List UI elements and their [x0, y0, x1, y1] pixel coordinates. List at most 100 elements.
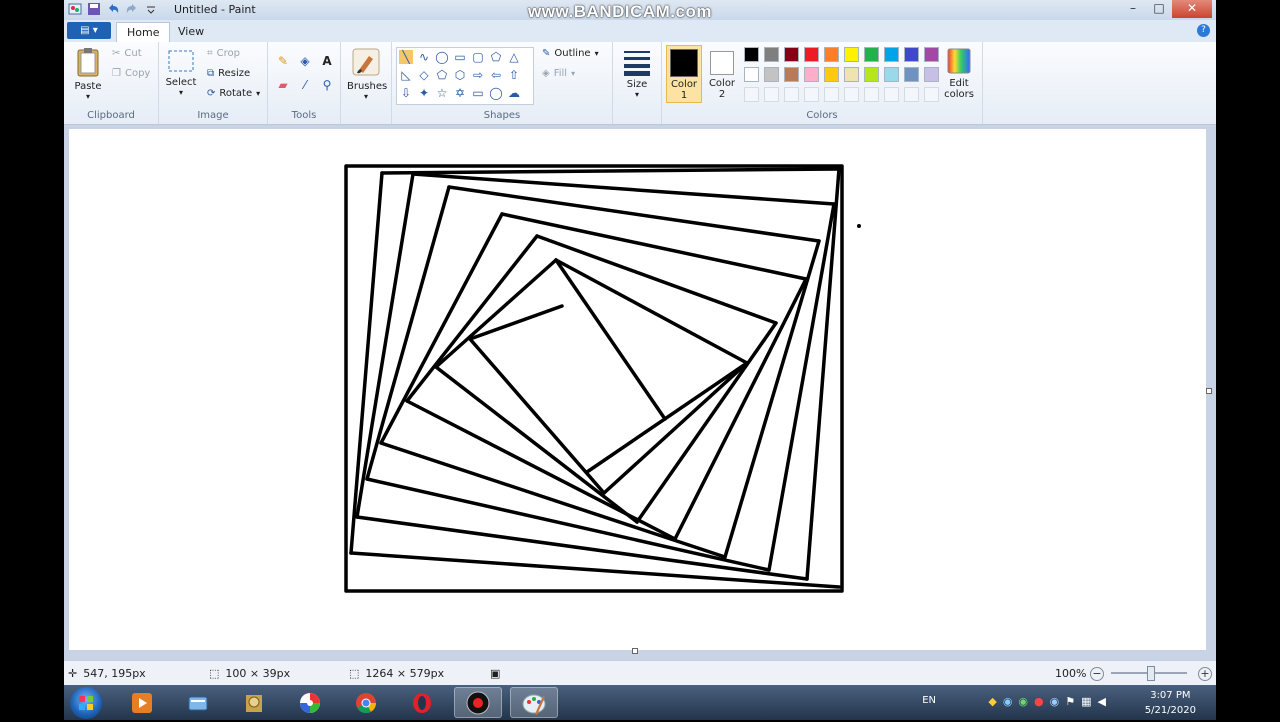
action-center-flag-icon[interactable]: ⚑	[1065, 695, 1075, 708]
palette-color-swatch[interactable]	[824, 47, 839, 62]
tab-view[interactable]: View	[168, 22, 214, 42]
maximize-button[interactable]: □	[1146, 0, 1172, 18]
tray-app-icon-4[interactable]: ◉	[1050, 695, 1060, 708]
six-point-star-icon[interactable]: ✡	[453, 86, 467, 100]
down-arrow-shape-icon[interactable]: ⇩	[399, 86, 413, 100]
brushes-button[interactable]: Brushes ▾	[347, 46, 387, 101]
palette-custom-slot[interactable]	[824, 87, 839, 102]
text-tool-icon[interactable]: A	[320, 54, 334, 68]
zoom-in-button[interactable]: +	[1198, 667, 1212, 681]
size-button[interactable]: Size ▾	[619, 48, 655, 99]
palette-color-swatch[interactable]	[844, 67, 859, 82]
oval-shape-icon[interactable]: ◯	[435, 50, 449, 64]
tray-app-icon-3[interactable]: ◉	[1018, 695, 1028, 708]
color1-button[interactable]: Color 1	[666, 45, 702, 103]
network-icon[interactable]: ▦	[1081, 695, 1091, 708]
fill-bucket-icon[interactable]: ◈	[298, 54, 312, 68]
line-shape-icon[interactable]: ╲	[399, 50, 413, 64]
rectangle-shape-icon[interactable]: ▭	[453, 50, 467, 64]
undo-icon[interactable]	[106, 2, 120, 16]
triangle-shape-icon[interactable]: △	[507, 50, 521, 64]
rounded-rect-shape-icon[interactable]: ▢	[471, 50, 485, 64]
close-button[interactable]: ✕	[1172, 0, 1212, 18]
archive-taskbar-button[interactable]	[230, 687, 278, 718]
outline-button[interactable]: ✎ Outline ▾	[542, 48, 599, 59]
palette-color-swatch[interactable]	[864, 47, 879, 62]
curve-shape-icon[interactable]: ∿	[417, 50, 431, 64]
hexagon-shape-icon[interactable]: ⬡	[453, 68, 467, 82]
opera-taskbar-button[interactable]	[398, 687, 446, 718]
magnifier-icon[interactable]: ⚲	[320, 78, 334, 92]
canvas-resize-handle-right[interactable]	[1206, 388, 1212, 394]
copy-button[interactable]: ❐ Copy	[112, 68, 150, 79]
polygon-shape-icon[interactable]: ⬠	[489, 50, 503, 64]
palette-color-swatch[interactable]	[884, 67, 899, 82]
pentagon-shape-icon[interactable]: ⬠	[435, 68, 449, 82]
media-player-taskbar-button[interactable]	[118, 687, 166, 718]
edit-colors-button[interactable]: Edit colors	[940, 47, 978, 100]
paint-taskbar-button[interactable]	[510, 687, 558, 718]
eraser-icon[interactable]: ▰	[276, 78, 290, 92]
start-button[interactable]	[70, 687, 102, 719]
palette-custom-slot[interactable]	[904, 87, 919, 102]
palette-color-swatch[interactable]	[844, 47, 859, 62]
right-triangle-shape-icon[interactable]: ◺	[399, 68, 413, 82]
explorer-taskbar-button[interactable]	[174, 687, 222, 718]
palette-color-swatch[interactable]	[804, 47, 819, 62]
redo-icon[interactable]	[125, 2, 139, 16]
fill-button[interactable]: ◈ Fill ▾	[542, 68, 575, 79]
chrome-taskbar-button[interactable]	[342, 687, 390, 718]
help-icon[interactable]: ?	[1197, 24, 1210, 37]
palette-color-swatch[interactable]	[924, 47, 939, 62]
resize-button[interactable]: ⧉ Resize	[207, 68, 250, 79]
save-icon[interactable]	[87, 2, 101, 16]
five-point-star-icon[interactable]: ☆	[435, 86, 449, 100]
palette-custom-slot[interactable]	[884, 87, 899, 102]
customize-qat-icon[interactable]	[144, 2, 158, 16]
palette-color-swatch[interactable]	[764, 67, 779, 82]
left-arrow-shape-icon[interactable]: ⇦	[489, 68, 503, 82]
cut-button[interactable]: ✂ Cut	[112, 48, 142, 59]
select-button[interactable]: Select ▾	[163, 48, 199, 97]
palette-custom-slot[interactable]	[924, 87, 939, 102]
palette-color-swatch[interactable]	[904, 67, 919, 82]
bandicam-taskbar-button[interactable]	[454, 687, 502, 718]
pencil-icon[interactable]: ✎	[276, 54, 290, 68]
cloud-callout-icon[interactable]: ☁	[507, 86, 521, 100]
palette-color-swatch[interactable]	[744, 67, 759, 82]
minimize-button[interactable]: –	[1120, 0, 1146, 18]
tray-app-icon-1[interactable]: ◆	[988, 695, 996, 708]
file-menu-button[interactable]: ▤ ▾	[67, 22, 111, 39]
paint-app-icon[interactable]	[68, 2, 82, 16]
oval-callout-icon[interactable]: ◯	[489, 86, 503, 100]
paste-button[interactable]: Paste ▾	[72, 46, 104, 101]
drawing-canvas[interactable]	[69, 129, 1206, 650]
zoom-out-button[interactable]: −	[1090, 667, 1104, 681]
palette-color-swatch[interactable]	[804, 67, 819, 82]
tab-home[interactable]: Home	[116, 22, 171, 43]
rect-callout-icon[interactable]: ▭	[471, 86, 485, 100]
palette-color-swatch[interactable]	[924, 67, 939, 82]
color2-button[interactable]: Color 2	[704, 45, 740, 103]
taskbar-clock[interactable]: 3:07 PM 5/21/2020	[1145, 688, 1196, 718]
palette-color-swatch[interactable]	[864, 67, 879, 82]
four-point-star-icon[interactable]: ✦	[417, 86, 431, 100]
palette-color-swatch[interactable]	[744, 47, 759, 62]
palette-custom-slot[interactable]	[864, 87, 879, 102]
color-picker-icon[interactable]: ⁄	[298, 78, 312, 92]
up-arrow-shape-icon[interactable]: ⇧	[507, 68, 521, 82]
palette-color-swatch[interactable]	[824, 67, 839, 82]
palette-custom-slot[interactable]	[844, 87, 859, 102]
tray-app-icon-2[interactable]: ◉	[1003, 695, 1013, 708]
palette-custom-slot[interactable]	[804, 87, 819, 102]
language-indicator[interactable]: EN	[922, 695, 936, 706]
palette-color-swatch[interactable]	[884, 47, 899, 62]
canvas-resize-handle-bottom[interactable]	[632, 648, 638, 654]
palette-custom-slot[interactable]	[784, 87, 799, 102]
tray-record-icon[interactable]: ●	[1034, 695, 1044, 708]
rotate-button[interactable]: ⟳ Rotate ▾	[207, 88, 260, 99]
diamond-shape-icon[interactable]: ◇	[417, 68, 431, 82]
picasa-taskbar-button[interactable]	[286, 687, 334, 718]
crop-button[interactable]: ⌗ Crop	[207, 48, 240, 59]
palette-color-swatch[interactable]	[784, 67, 799, 82]
